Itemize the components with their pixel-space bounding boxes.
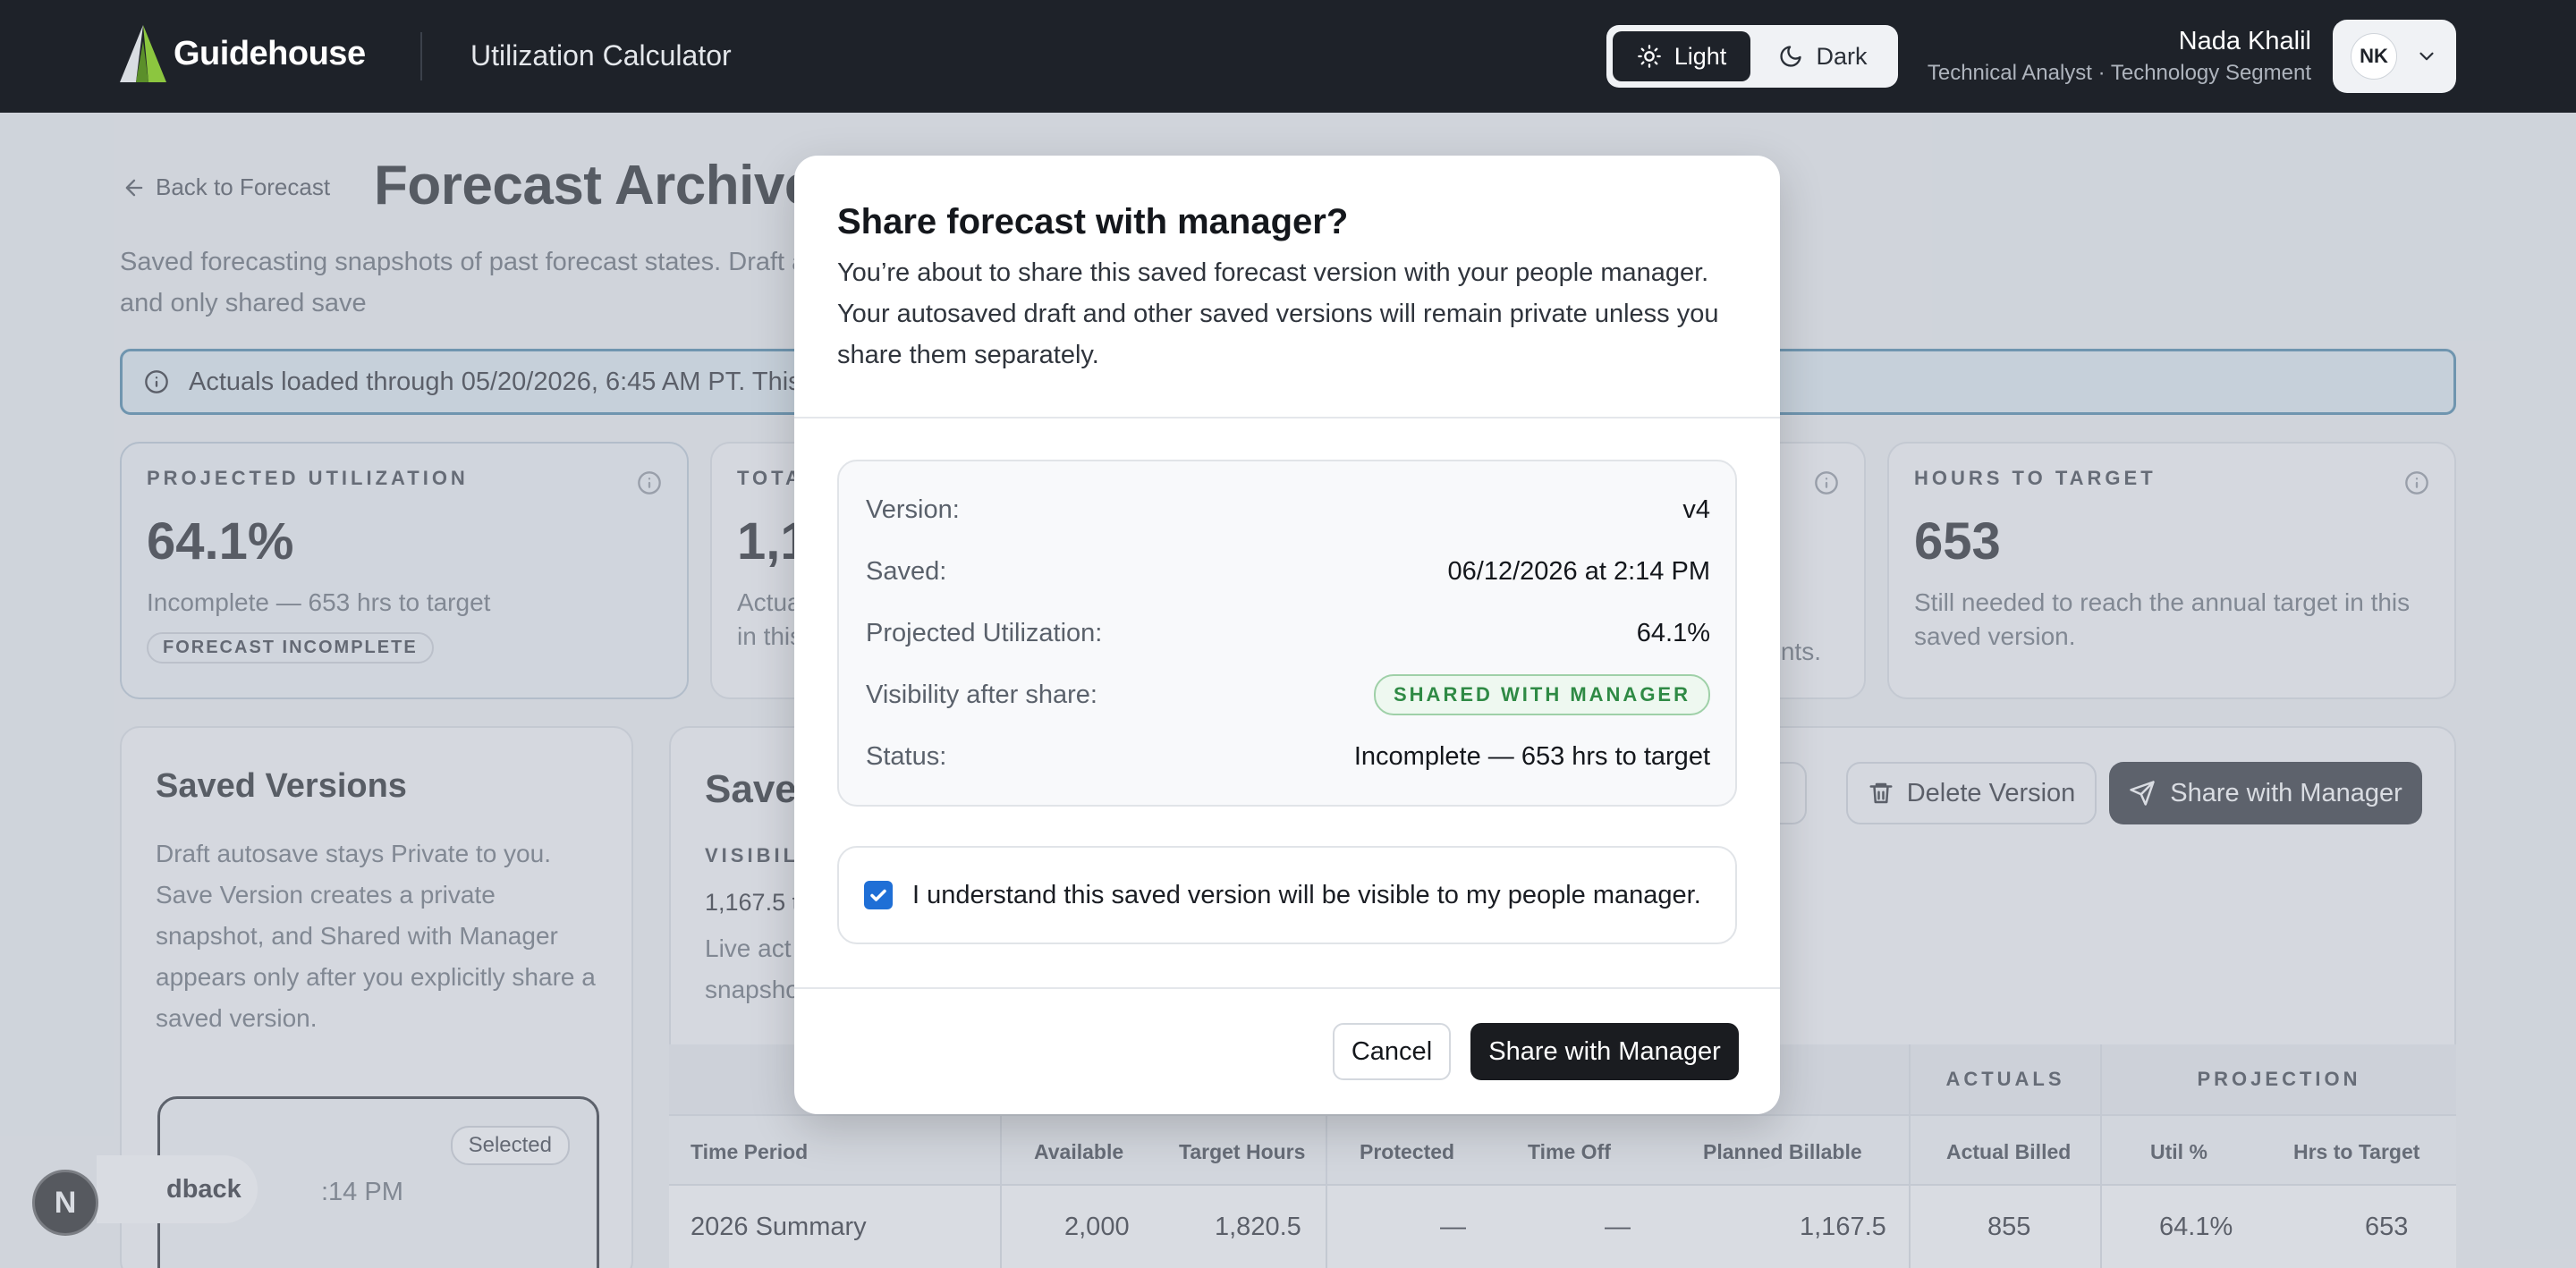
acknowledge-label: I understand this saved version will be … (912, 880, 1701, 909)
theme-light-button[interactable]: Light (1613, 31, 1750, 81)
confirm-share-button[interactable]: Share with Manager (1470, 1023, 1739, 1080)
summary-label: Status: (866, 741, 947, 771)
summary-row-version: Version: v4 (866, 492, 1710, 528)
dialog-title: Share forecast with manager? (837, 202, 1349, 241)
summary-row-visibility: Visibility after share: SHARED WITH MANA… (866, 674, 1710, 715)
share-confirmation-dialog: Share forecast with manager? You’re abou… (794, 156, 1780, 1114)
summary-value: 64.1% (1636, 618, 1710, 647)
summary-value: 06/12/2026 at 2:14 PM (1447, 556, 1710, 586)
guidehouse-logo-icon (120, 25, 166, 82)
summary-row-utilization: Projected Utilization: 64.1% (866, 615, 1710, 651)
acknowledge-checkbox-row[interactable]: I understand this saved version will be … (837, 846, 1737, 944)
summary-label: Version: (866, 495, 960, 524)
user-menu-button[interactable]: NK (2333, 20, 2456, 93)
brand-name: Guidehouse (174, 34, 366, 72)
summary-label: Saved: (866, 556, 947, 586)
top-bar: Guidehouse Utilization Calculator Light … (0, 0, 2576, 113)
avatar: NK (2351, 33, 2397, 80)
summary-label: Visibility after share: (866, 680, 1097, 709)
cancel-button[interactable]: Cancel (1333, 1023, 1451, 1080)
summary-row-saved: Saved: 06/12/2026 at 2:14 PM (866, 554, 1710, 589)
summary-row-status: Status: Incomplete — 653 hrs to target (866, 739, 1710, 774)
app-title: Utilization Calculator (470, 39, 732, 72)
checkmark-icon (870, 889, 886, 901)
summary-value: Incomplete — 653 hrs to target (1353, 741, 1710, 771)
divider (794, 987, 1780, 989)
brand-logo[interactable]: Guidehouse (118, 23, 366, 84)
chevron-down-icon (2419, 52, 2434, 61)
theme-dark-label: Dark (1816, 42, 1868, 70)
user-role: Technical Analyst · Technology Segment (1927, 61, 2311, 85)
summary-value: v4 (1682, 495, 1710, 524)
version-summary: Version: v4 Saved: 06/12/2026 at 2:14 PM… (837, 460, 1737, 807)
summary-label: Projected Utilization: (866, 618, 1103, 647)
divider (794, 417, 1780, 418)
theme-light-label: Light (1674, 42, 1727, 70)
theme-dark-button[interactable]: Dark (1756, 31, 1890, 81)
acknowledge-checkbox[interactable] (864, 881, 893, 909)
dialog-description: You’re about to share this saved forecas… (837, 258, 1719, 369)
user-name: Nada Khalil (2178, 27, 2311, 55)
shared-with-manager-badge: SHARED WITH MANAGER (1374, 674, 1710, 715)
sun-icon (1637, 45, 1661, 68)
moon-icon (1780, 46, 1802, 67)
header-divider (420, 32, 422, 80)
theme-toggle: Light Dark (1606, 25, 1898, 88)
